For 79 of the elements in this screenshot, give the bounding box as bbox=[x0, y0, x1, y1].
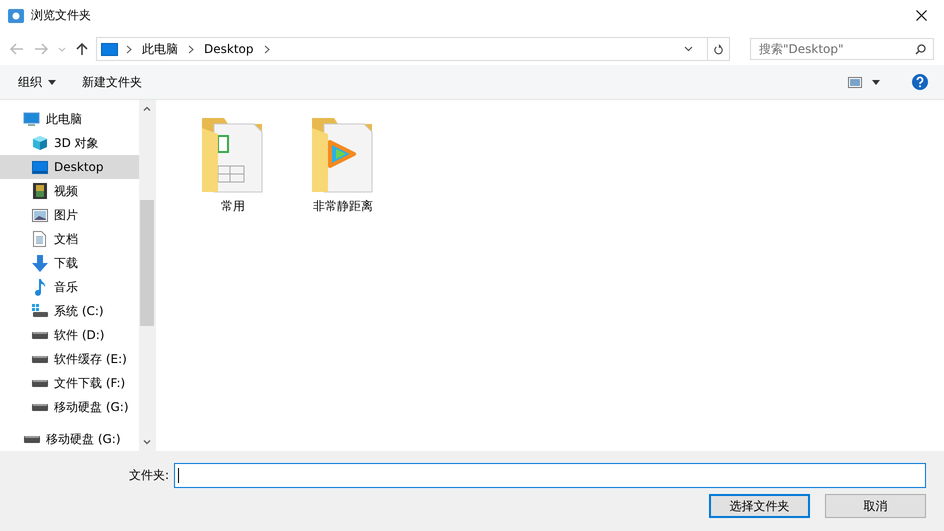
help-icon bbox=[912, 74, 928, 90]
breadcrumb[interactable]: 此电脑 bbox=[140, 40, 180, 58]
sidebar-item-label: 音乐 bbox=[54, 278, 78, 296]
view-options-button[interactable] bbox=[846, 74, 882, 90]
desktop-icon bbox=[101, 42, 118, 56]
sidebar-item-label: 软件缓存 (E:) bbox=[54, 350, 127, 368]
dialog-button[interactable]: 取消 bbox=[825, 494, 926, 518]
sidebar-item-label: 系统 (C:) bbox=[54, 302, 104, 320]
toolbar-button[interactable]: 新建文件夹 bbox=[76, 70, 148, 94]
drive-icon bbox=[32, 356, 48, 362]
sidebar-item-label: Desktop bbox=[54, 160, 104, 174]
computer-icon bbox=[23, 112, 40, 126]
desktop-icon bbox=[32, 160, 48, 174]
sidebar-item[interactable]: 图片 bbox=[0, 203, 139, 227]
sidebar-item-label: 视频 bbox=[54, 182, 78, 200]
cube-icon bbox=[32, 135, 48, 151]
up-arrow-icon bbox=[76, 42, 88, 56]
scrollbar[interactable] bbox=[139, 100, 155, 451]
sidebar-item[interactable]: 软件 (D:) bbox=[0, 323, 139, 347]
sidebar-item[interactable]: 文件下载 (F:) bbox=[0, 371, 139, 395]
address-bar[interactable]: 此电脑 Desktop bbox=[96, 37, 730, 61]
sidebar-item[interactable]: Desktop bbox=[0, 155, 139, 179]
forward-arrow-icon bbox=[34, 43, 48, 55]
sidebar-item[interactable]: 此电脑 bbox=[0, 107, 139, 131]
picture-icon bbox=[848, 76, 862, 88]
toolbar-button[interactable]: 组织 bbox=[12, 70, 62, 94]
sidebar-item[interactable]: 音乐 bbox=[0, 275, 139, 299]
sidebar-item-label: 此电脑 bbox=[46, 110, 82, 128]
drive-icon bbox=[32, 380, 48, 386]
picture-icon bbox=[32, 208, 48, 222]
chevron-down-icon bbox=[684, 46, 692, 52]
chevron-right-icon bbox=[188, 44, 194, 54]
down-arrow-icon bbox=[32, 254, 48, 272]
chevron-down-icon bbox=[58, 46, 66, 52]
sidebar-item[interactable]: 视频 bbox=[0, 179, 139, 203]
sidebar-item[interactable]: 软件缓存 (E:) bbox=[0, 347, 139, 371]
chevron-down-icon bbox=[143, 440, 151, 445]
sidebar-item[interactable]: 移动硬盘 (G:) bbox=[0, 395, 139, 419]
help-button[interactable] bbox=[910, 72, 930, 92]
film-icon bbox=[32, 183, 46, 199]
window-title: 浏览文件夹 bbox=[31, 7, 91, 24]
document-icon bbox=[33, 231, 46, 247]
dropdown-arrow-icon bbox=[48, 80, 56, 84]
sidebar-item[interactable]: 3D 对象 bbox=[0, 131, 139, 155]
back-arrow-icon bbox=[10, 43, 24, 55]
search-field[interactable]: 搜索"Desktop" bbox=[750, 38, 934, 60]
search-icon bbox=[915, 44, 926, 55]
chevron-right-icon bbox=[126, 44, 132, 54]
sidebar-item-label: 文档 bbox=[54, 230, 78, 248]
sidebar-item-label: 下载 bbox=[54, 254, 78, 272]
folder-name[interactable]: 非常静距离 bbox=[313, 198, 373, 215]
up-button[interactable] bbox=[74, 40, 90, 58]
drive-icon bbox=[24, 436, 40, 442]
chevron-right-icon bbox=[264, 44, 270, 54]
sidebar-item-label: 软件 (D:) bbox=[54, 326, 104, 344]
app-icon bbox=[8, 8, 24, 22]
sidebar-item[interactable]: 系统 (C:) bbox=[0, 299, 139, 323]
refresh-icon bbox=[714, 42, 723, 56]
dropdown-arrow-icon bbox=[872, 80, 880, 84]
drive-icon bbox=[32, 404, 48, 410]
sidebar-item[interactable]: 文档 bbox=[0, 227, 139, 251]
sidebar-item[interactable]: 移动硬盘 (G:) bbox=[0, 427, 139, 451]
sidebar-item[interactable]: 下载 bbox=[0, 251, 139, 275]
sidebar-item-label: 移动硬盘 (G:) bbox=[54, 398, 129, 416]
sidebar-item-label: 移动硬盘 (G:) bbox=[46, 430, 121, 448]
folder-name[interactable]: 常用 bbox=[221, 198, 245, 215]
sidebar-item-label: 文件下载 (F:) bbox=[54, 374, 126, 392]
folder-label: 文件夹: bbox=[128, 467, 169, 484]
folder-input-field[interactable] bbox=[174, 463, 926, 488]
chevron-up-icon bbox=[143, 106, 151, 111]
drive-icon bbox=[32, 332, 48, 338]
system-drive-icon bbox=[32, 304, 48, 318]
scrollbar-thumb[interactable] bbox=[140, 200, 154, 326]
sidebar-item-label: 3D 对象 bbox=[54, 134, 99, 152]
close-icon bbox=[916, 10, 926, 21]
sidebar-item-label: 图片 bbox=[54, 206, 78, 224]
music-note-icon bbox=[34, 278, 46, 296]
dialog-button[interactable]: 选择文件夹 bbox=[709, 494, 810, 518]
breadcrumb[interactable]: Desktop bbox=[202, 42, 256, 56]
